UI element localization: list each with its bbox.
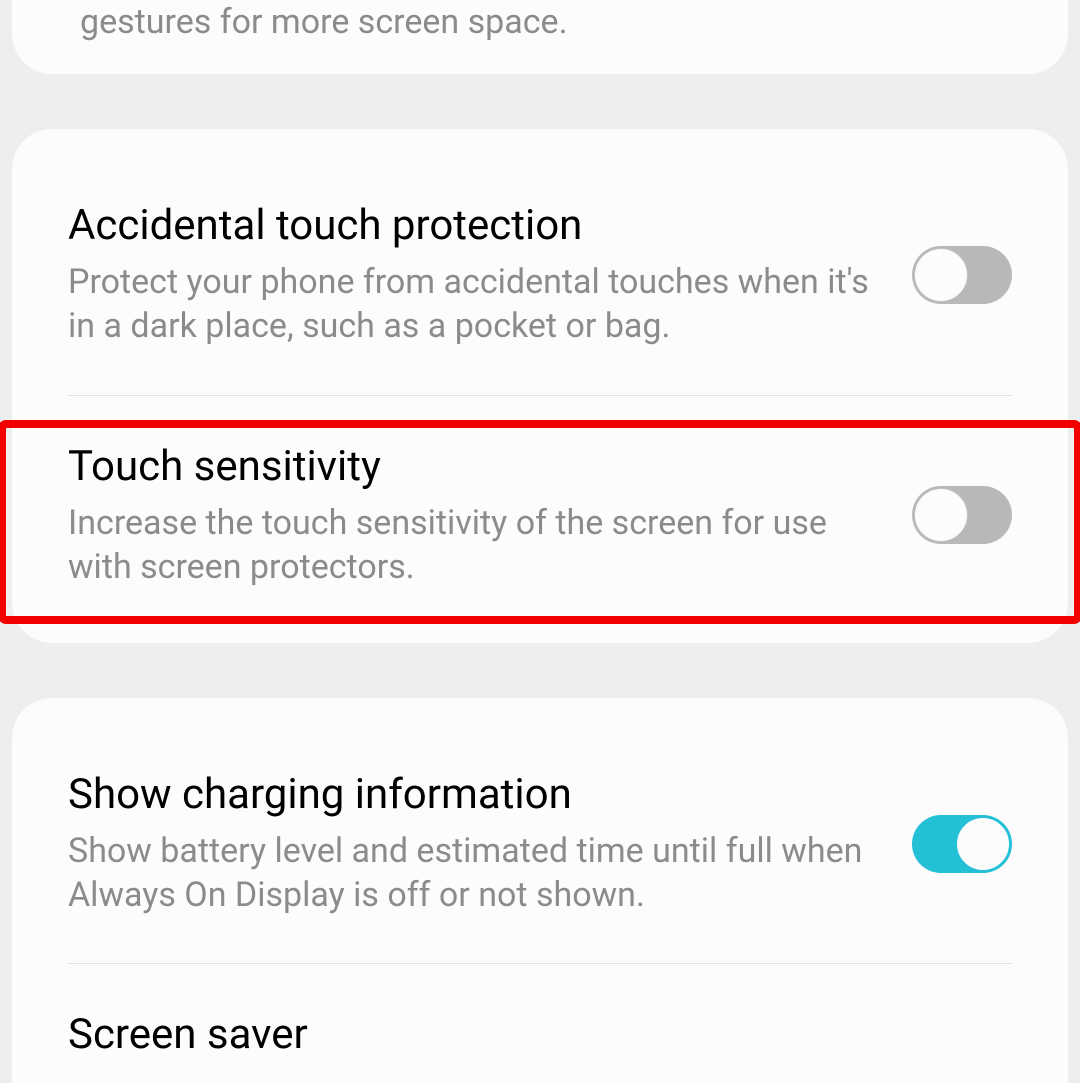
settings-card-charging: Show charging information Show battery l… <box>12 698 1068 1083</box>
row-title: Screen saver <box>68 1010 1012 1059</box>
row-charging-info[interactable]: Show charging information Show battery l… <box>12 746 1068 941</box>
row-screen-saver[interactable]: Screen saver <box>12 986 1068 1083</box>
toggle-knob <box>914 488 968 542</box>
toggle-charging-info[interactable] <box>912 815 1012 873</box>
row-description: Show battery level and estimated time un… <box>68 829 872 917</box>
row-title: Accidental touch protection <box>68 201 872 250</box>
row-content: Show charging information Show battery l… <box>68 770 912 917</box>
toggle-knob <box>914 248 968 302</box>
row-content: Touch sensitivity Increase the touch sen… <box>68 442 912 589</box>
toggle-knob <box>956 817 1010 871</box>
row-content: Accidental touch protection Protect your… <box>68 201 912 348</box>
row-description: Protect your phone from accidental touch… <box>68 260 872 348</box>
settings-card-partial: gestures for more screen space. <box>12 0 1068 74</box>
settings-card-touch: Accidental touch protection Protect your… <box>12 129 1068 643</box>
row-title: Touch sensitivity <box>68 442 872 491</box>
row-title: Show charging information <box>68 770 872 819</box>
row-accidental-touch-protection[interactable]: Accidental touch protection Protect your… <box>12 177 1068 372</box>
divider <box>68 963 1012 964</box>
divider <box>68 395 1012 396</box>
toggle-accidental-touch[interactable] <box>912 246 1012 304</box>
toggle-touch-sensitivity[interactable] <box>912 486 1012 544</box>
partial-description: gestures for more screen space. <box>12 0 1068 44</box>
row-touch-sensitivity[interactable]: Touch sensitivity Increase the touch sen… <box>12 418 1068 613</box>
row-description: Increase the touch sensitivity of the sc… <box>68 501 872 589</box>
